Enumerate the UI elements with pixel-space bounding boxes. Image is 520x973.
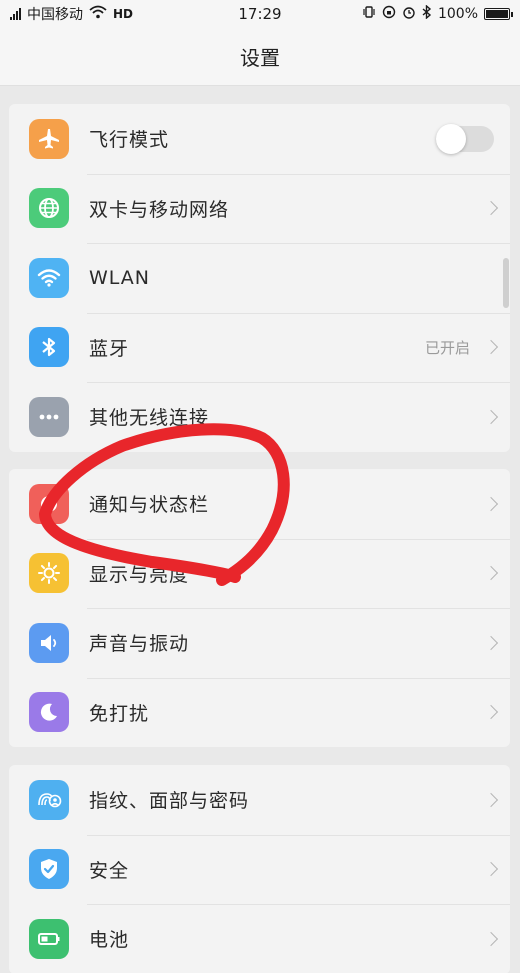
battery-icon <box>29 918 69 959</box>
wifi-icon <box>89 5 107 23</box>
settings-row-speaker[interactable]: 声音与振动 <box>9 608 510 678</box>
bluetooth-icon <box>29 327 69 368</box>
speaker-icon <box>29 622 69 663</box>
battery-icon <box>484 8 513 20</box>
settings-row-label: 声音与振动 <box>89 633 190 656</box>
chevron-right-icon <box>483 340 499 355</box>
scrollbar[interactable] <box>503 258 509 308</box>
page-title: 设置 <box>240 46 280 70</box>
chevron-right-icon <box>483 409 499 424</box>
rotation-lock-icon <box>382 5 396 23</box>
settings-row-airplane[interactable]: 飞行模式 <box>9 104 510 174</box>
hd-icon: HD <box>113 7 134 21</box>
settings-row-bluetooth[interactable]: 蓝牙 已开启 <box>9 312 510 383</box>
toggle-knob <box>436 123 466 154</box>
settings-row-label: 通知与状态栏 <box>89 494 210 517</box>
chevron-right-icon <box>483 566 499 581</box>
settings-row-label: 双卡与移动网络 <box>89 198 230 221</box>
settings-row-label: 蓝牙 <box>89 337 130 360</box>
settings-row-more-dots[interactable]: 其他无线连接 <box>9 382 510 452</box>
chevron-right-icon <box>483 201 499 216</box>
settings-row-label: 电池 <box>89 929 130 952</box>
airplane-mode-toggle[interactable] <box>436 123 494 154</box>
globe-icon <box>29 188 69 229</box>
settings-row-globe[interactable]: 双卡与移动网络 <box>9 173 510 244</box>
settings-row-battery[interactable]: 电池 <box>9 904 510 973</box>
chevron-right-icon <box>483 862 499 877</box>
settings-row-notification[interactable]: 通知与状态栏 <box>9 469 510 539</box>
alarm-icon <box>402 5 416 23</box>
settings-group-wireless: 飞行模式双卡与移动网络 WLAN 蓝牙 已开启其他无线连接 <box>9 104 510 452</box>
settings-row-brightness[interactable]: 显示与亮度 <box>9 538 510 609</box>
settings-row-label: 其他无线连接 <box>89 407 210 430</box>
settings-group-display: 通知与状态栏 显示与亮度声音与振动免打扰 <box>9 469 510 747</box>
settings-row-label: 指纹、面部与密码 <box>89 790 250 813</box>
carrier-name: 中国移动 <box>27 7 83 23</box>
status-bar: 中国移动 HD 17:29 100% <box>0 0 520 28</box>
vibrate-icon <box>362 5 376 23</box>
status-left: 中国移动 HD <box>10 4 133 24</box>
more-dots-icon <box>29 396 69 437</box>
moon-icon <box>29 692 69 733</box>
chevron-right-icon <box>483 705 499 720</box>
airplane-icon <box>29 118 69 159</box>
settings-row-label: WLAN <box>89 266 151 289</box>
settings-row-label: 免打扰 <box>89 702 150 725</box>
chevron-right-icon <box>483 792 499 807</box>
settings-row-fingerprint-face[interactable]: 指纹、面部与密码 <box>9 765 510 835</box>
settings-row-label: 安全 <box>89 859 130 882</box>
fingerprint-face-icon <box>29 779 69 820</box>
settings-row-label: 显示与亮度 <box>89 563 190 586</box>
signal-icon <box>10 8 21 20</box>
settings-row-moon[interactable]: 免打扰 <box>9 677 510 748</box>
settings-row-status: 已开启 <box>424 338 470 357</box>
wifi-icon <box>29 257 69 298</box>
chevron-right-icon <box>483 496 499 511</box>
header: 设置 <box>0 28 520 86</box>
bluetooth-icon <box>422 4 432 23</box>
shield-icon <box>29 849 69 890</box>
settings-row-shield[interactable]: 安全 <box>9 834 510 905</box>
chevron-right-icon <box>483 931 499 946</box>
battery-fill <box>486 10 508 18</box>
settings-group-security: 指纹、面部与密码 安全电池 <box>9 765 510 973</box>
settings-row-wifi[interactable]: WLAN <box>9 243 510 313</box>
status-right: 100% <box>362 4 513 23</box>
notification-icon <box>29 483 69 524</box>
battery-percent: 100% <box>437 6 478 22</box>
brightness-icon <box>29 553 69 594</box>
settings-row-label: 飞行模式 <box>89 129 170 152</box>
chevron-right-icon <box>483 635 499 650</box>
